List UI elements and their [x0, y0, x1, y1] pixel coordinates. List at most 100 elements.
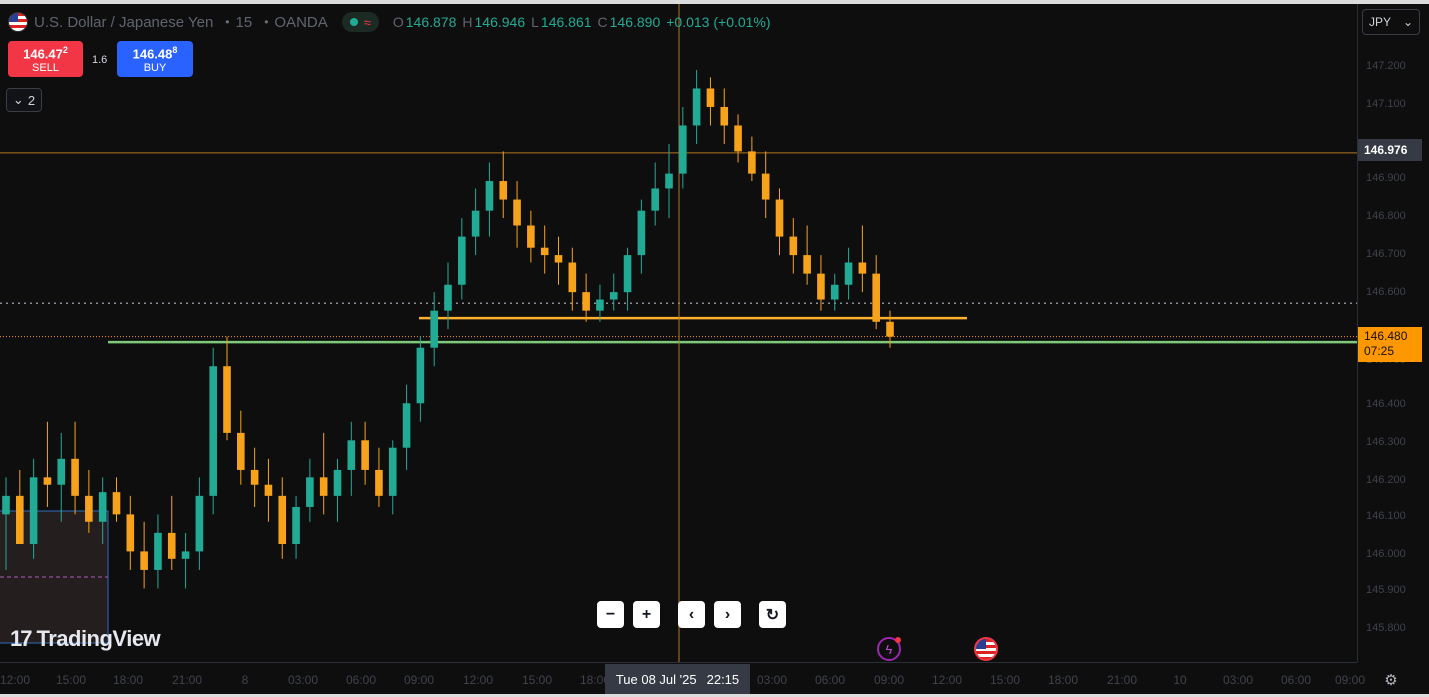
candle-body [844, 262, 853, 285]
ohlc-high: H 146.946 [462, 14, 526, 30]
candle-body [57, 458, 66, 485]
price-tick: 146.700 [1366, 248, 1406, 260]
candle-body [775, 199, 784, 237]
market-status-pill[interactable]: ≈ [341, 12, 379, 32]
price-tick: 147.200 [1366, 60, 1406, 72]
time-tick: 12:00 [931, 673, 963, 687]
chart-container[interactable]: U.S. Dollar / Japanese Yen • 15 • OANDA … [0, 4, 1429, 694]
candle-body [513, 199, 521, 226]
indicators-toggle-button[interactable]: ⌄ 2 [6, 88, 42, 112]
bar-countdown: 07:25 [1364, 344, 1395, 358]
candle-body [527, 225, 535, 248]
candle-body [375, 469, 383, 496]
symbol-title[interactable]: U.S. Dollar / Japanese Yen [34, 14, 213, 31]
candle-body [85, 495, 93, 522]
candle-body [609, 292, 618, 300]
candle-body [430, 310, 438, 348]
logo-text: TradingView [36, 626, 161, 651]
time-tick: 8 [241, 673, 249, 687]
chart-settings-icon[interactable]: ⚙ [1380, 669, 1402, 691]
candle-body [195, 495, 204, 552]
reset-view-button[interactable]: ↻ [759, 601, 786, 628]
candle-body [416, 347, 425, 404]
buy-price: 146.488 [132, 45, 178, 62]
separator-dot: • [225, 15, 230, 29]
price-chart[interactable] [0, 4, 1357, 662]
candle-body [306, 477, 314, 507]
us-event-flag-icon[interactable] [974, 637, 998, 661]
candle-body [181, 551, 190, 559]
zoom-in-button[interactable]: + [633, 601, 660, 628]
candle-body [748, 151, 756, 174]
candle-body [71, 458, 79, 496]
candle-body [29, 477, 38, 544]
market-open-icon [349, 18, 358, 26]
time-tick: 06:00 [1280, 673, 1312, 687]
zoom-out-button[interactable]: − [597, 601, 624, 628]
candle-body [458, 236, 466, 285]
candle-body [651, 188, 659, 211]
price-tick: 146.300 [1366, 436, 1406, 448]
candle-body [209, 366, 217, 496]
us-flag-icon [8, 12, 28, 32]
interval-label[interactable]: 15 [236, 14, 253, 31]
candle-body [347, 440, 356, 470]
candle-body [402, 403, 411, 448]
time-tick: 09:00 [873, 673, 905, 687]
chevron-down-icon: ⌄ [12, 92, 24, 107]
candle-body [803, 255, 811, 274]
candle-body [554, 255, 563, 263]
candle-body [361, 440, 369, 470]
candle-body [126, 514, 135, 552]
candle-body [319, 477, 328, 496]
last-price-value: 146.480 [1364, 329, 1408, 343]
candle-body [250, 469, 259, 485]
sell-button[interactable]: 146.472 SELL [8, 41, 83, 77]
separator-dot: • [264, 15, 269, 29]
time-tick: 12:00 [462, 673, 494, 687]
scroll-right-button[interactable]: › [714, 601, 741, 628]
candle-body [720, 106, 729, 126]
price-tick: 146.100 [1366, 510, 1406, 522]
candle-body [540, 247, 549, 256]
price-tick: 146.600 [1366, 286, 1406, 298]
time-axis[interactable]: 12:00 15:00 18:00 21:00 8 03:00 06:00 09… [0, 662, 1365, 694]
sell-price: 146.472 [23, 45, 68, 62]
candle-body [223, 366, 231, 433]
spread-value: 1.6 [92, 54, 108, 66]
time-tick: 03:00 [287, 673, 319, 687]
candle-body [872, 273, 880, 322]
candle-body [596, 299, 604, 311]
ohlc-change: +0.013 (+0.01%) [666, 14, 771, 30]
price-tick: 146.900 [1366, 172, 1406, 184]
source-label: OANDA [274, 13, 328, 31]
candle-body [278, 495, 287, 544]
time-tick: 03:00 [1222, 673, 1254, 687]
candle-body [2, 495, 10, 515]
crosshair-time: 22:15 [706, 671, 740, 687]
crosshair-date: Tue 08 Jul '25 [615, 671, 697, 687]
buy-button[interactable]: 146.488 BUY [117, 41, 193, 77]
ohlc-low: L 146.861 [531, 14, 592, 30]
ohlc-readout: O 146.878 H 146.946 L 146.861 C 146.890 +0.0… [393, 14, 771, 30]
candle-body [499, 181, 508, 200]
price-tick: 147.100 [1366, 98, 1406, 110]
time-tick: 12:00 [0, 673, 31, 687]
currency-selector[interactable]: JPY ⌄ [1362, 9, 1420, 35]
price-tick: 146.200 [1366, 474, 1406, 486]
candle-body [886, 321, 894, 337]
candle-body [485, 181, 494, 211]
candle-body [706, 88, 715, 107]
candle-body [761, 173, 770, 200]
candle-body [292, 506, 300, 544]
scroll-left-button[interactable]: ‹ [678, 601, 705, 628]
time-tick: 15:00 [989, 673, 1021, 687]
candle-body [665, 173, 673, 189]
time-tick: 03:00 [756, 673, 788, 687]
tradingview-logo[interactable]: 17 TradingView [10, 626, 161, 652]
notification-dot [895, 637, 901, 643]
candle-body [692, 88, 701, 126]
last-price-label: 146.480 07:25 [1358, 327, 1422, 362]
price-tick: 146.400 [1366, 398, 1406, 410]
chevron-down-icon: ⌄ [1402, 15, 1413, 29]
